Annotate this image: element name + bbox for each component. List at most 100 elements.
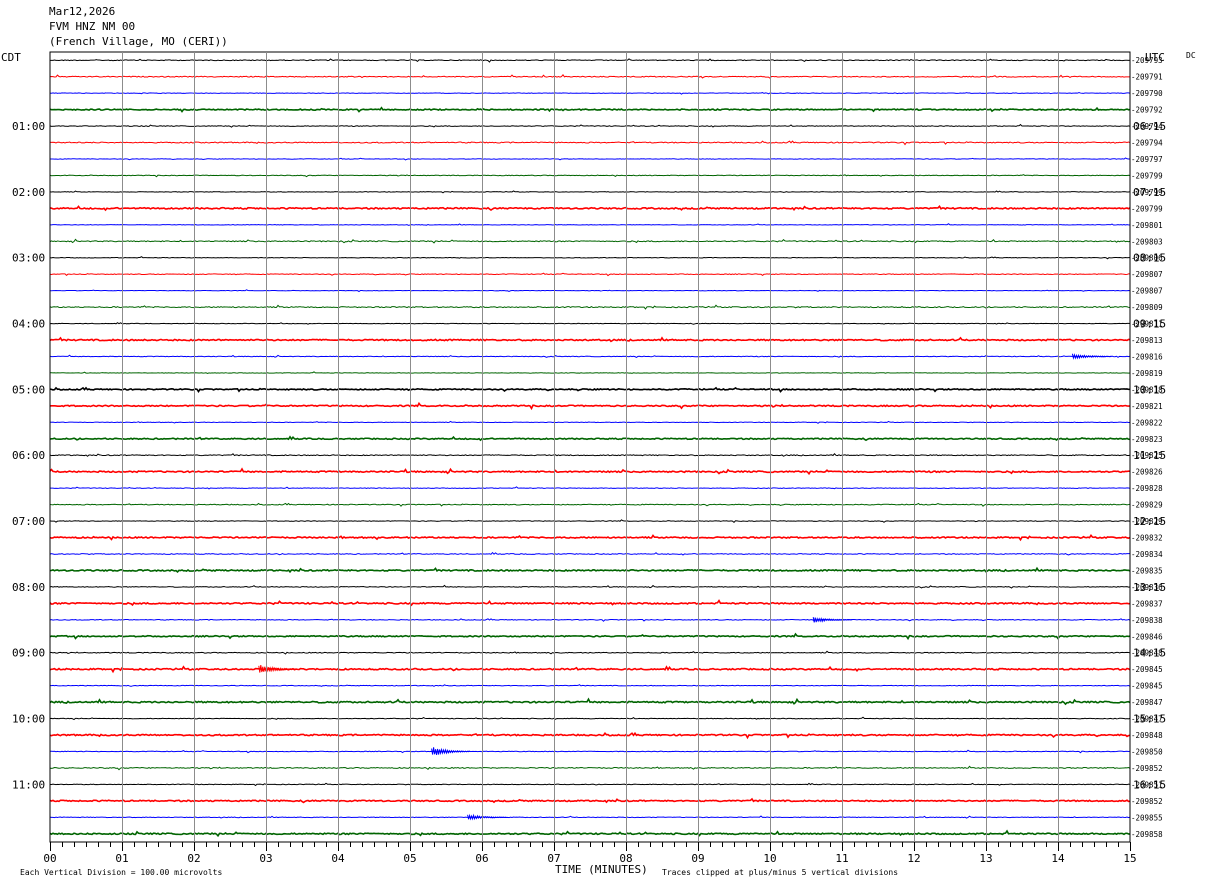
dc-offset-label: -209845 <box>1131 665 1163 674</box>
seismic-trace <box>49 92 1131 95</box>
left-timezone-label: CDT <box>1 51 21 64</box>
right-hour-label: 10:15 <box>1133 383 1166 396</box>
dc-label: DC <box>1186 51 1196 60</box>
dc-offset-label: -209794 <box>1131 139 1163 148</box>
seismic-trace <box>49 174 1131 178</box>
right-hour-label: 16:15 <box>1133 778 1166 791</box>
seismic-trace <box>49 256 1131 260</box>
x-tick-label: 02 <box>187 852 200 865</box>
dc-offset-label: -209803 <box>1131 237 1163 246</box>
left-hour-label: 08:00 <box>12 581 45 594</box>
seismic-trace <box>49 190 1131 194</box>
x-axis-title: TIME (MINUTES) <box>555 863 648 876</box>
seismic-trace <box>49 632 1131 641</box>
dc-offset-label: -209801 <box>1131 221 1163 230</box>
seismic-trace <box>49 140 1131 146</box>
seismic-trace <box>49 123 1131 128</box>
left-hour-label: 03:00 <box>12 252 45 265</box>
dc-offset-label: -209799 <box>1131 204 1163 213</box>
left-hour-label: 11:00 <box>12 778 45 791</box>
seismic-trace <box>49 584 1131 589</box>
x-tick-label: 03 <box>259 852 272 865</box>
x-tick-label: 09 <box>691 852 704 865</box>
seismic-trace <box>49 697 1131 706</box>
right-hour-label: 11:15 <box>1133 449 1166 462</box>
dc-offset-label: -209832 <box>1131 534 1163 543</box>
dc-offset-label: -209846 <box>1131 632 1163 641</box>
seismic-event <box>1071 353 1112 360</box>
right-hour-label: 12:15 <box>1133 515 1166 528</box>
x-tick-label: 04 <box>331 852 345 865</box>
dc-offset-label: -209845 <box>1131 682 1163 691</box>
trace-layer <box>49 58 1131 838</box>
dc-offset-label: -209799 <box>1131 171 1163 180</box>
x-tick-label: 15 <box>1123 852 1136 865</box>
seismic-trace <box>49 765 1131 771</box>
seismic-trace <box>49 106 1131 113</box>
label-layer: Mar12,2026 FVM HNZ NM 00 (French Village… <box>1 5 1196 877</box>
x-tick-label: 01 <box>115 852 128 865</box>
seismic-trace <box>49 829 1131 838</box>
header-date: Mar12,2026 <box>49 5 115 18</box>
left-hour-label: 02:00 <box>12 186 45 199</box>
division-note: Each Vertical Division = 100.00 microvol… <box>20 868 222 877</box>
seismic-trace <box>49 336 1131 343</box>
x-tick-label: 12 <box>907 852 920 865</box>
seismic-trace <box>49 665 1131 674</box>
dc-offset-label: -209790 <box>1131 89 1163 98</box>
dc-offset-label: -209835 <box>1131 566 1163 575</box>
seismic-event <box>467 813 507 821</box>
dc-offset-label: -209807 <box>1131 287 1163 296</box>
dc-offset-label: -209797 <box>1131 155 1163 164</box>
clip-note: Traces clipped at plus/minus 5 vertical … <box>662 868 898 877</box>
header-location: (French Village, MO (CERI)) <box>49 35 228 48</box>
seismic-trace <box>49 797 1131 804</box>
dc-offset-label: -209822 <box>1131 418 1163 427</box>
dc-offset-label: -209834 <box>1131 550 1163 559</box>
seismic-trace <box>49 815 1131 819</box>
seismic-trace <box>49 566 1131 574</box>
dc-offset-label: -209823 <box>1131 435 1163 444</box>
seismic-trace <box>49 502 1131 507</box>
seismic-trace <box>49 322 1131 325</box>
dc-offset-label: -209791 <box>1131 73 1163 82</box>
seismic-trace <box>49 272 1131 277</box>
seismic-trace <box>49 238 1131 244</box>
seismic-trace <box>49 731 1131 740</box>
dc-offset-label: -209807 <box>1131 270 1163 279</box>
dc-offset-label: -209819 <box>1131 369 1163 378</box>
dc-offset-label: -209850 <box>1131 747 1163 756</box>
seismic-trace <box>49 684 1131 687</box>
seismic-trace <box>49 304 1131 310</box>
dc-offset-label: -209793 <box>1131 56 1163 65</box>
dc-offset-label: -209847 <box>1131 698 1163 707</box>
seismic-trace <box>49 289 1131 293</box>
seismic-trace <box>49 467 1131 476</box>
x-tick-label: 00 <box>43 852 56 865</box>
x-tick-label: 06 <box>475 852 488 865</box>
x-tick-label: 14 <box>1051 852 1065 865</box>
seismic-trace <box>49 519 1131 524</box>
seismic-trace <box>49 782 1131 787</box>
dc-offset-label: -209829 <box>1131 501 1163 510</box>
left-hour-label: 09:00 <box>12 647 45 660</box>
seismic-trace <box>49 435 1131 442</box>
seismic-trace <box>49 533 1131 542</box>
dc-offset-label: -209848 <box>1131 731 1163 740</box>
seismic-trace <box>49 386 1131 394</box>
seismic-trace <box>49 650 1131 655</box>
dc-offset-label: -209852 <box>1131 764 1163 773</box>
right-hour-label: 13:15 <box>1133 581 1166 594</box>
x-tick-label: 07 <box>547 852 560 865</box>
left-hour-label: 05:00 <box>12 383 45 396</box>
seismic-trace <box>49 157 1130 161</box>
right-hour-label: 07:15 <box>1133 186 1166 199</box>
right-hour-label: 14:15 <box>1133 647 1166 660</box>
seismic-trace <box>49 618 1131 622</box>
seismic-trace <box>49 401 1131 411</box>
left-hour-label: 01:00 <box>12 120 45 133</box>
dc-offset-label: -209826 <box>1131 468 1163 477</box>
right-hour-label: 15:15 <box>1133 713 1166 726</box>
seismic-trace <box>49 486 1131 490</box>
dc-offset-label: -209821 <box>1131 402 1163 411</box>
